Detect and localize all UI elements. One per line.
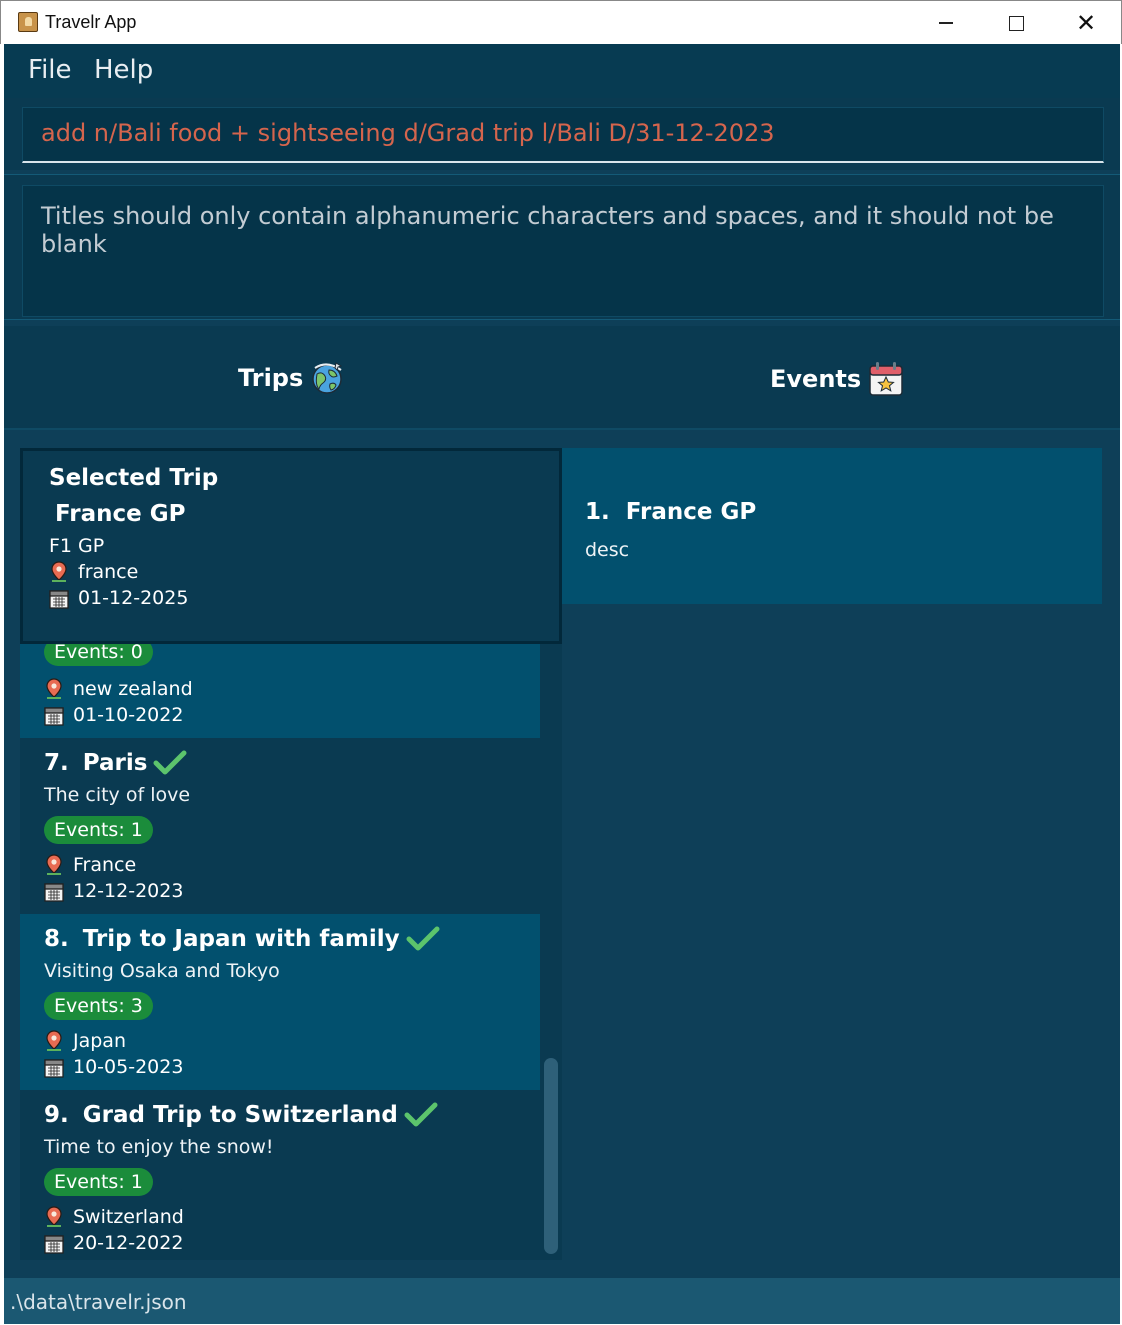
trip-list-scrollbar[interactable] [544,1058,558,1254]
location-pin-icon [46,678,62,699]
command-box [22,107,1104,163]
selected-trip-description: F1 GP [49,535,105,557]
app-book-icon [18,12,38,32]
trip-card[interactable]: 7. Paris The city of love Events: 1 Fran… [20,738,540,914]
minimize-icon [939,22,953,24]
calendar-icon [49,590,69,609]
result-message: Titles should only contain alphanumeric … [41,202,1054,258]
selected-trip-heading: Selected Trip [49,465,219,491]
close-icon: ✕ [1075,9,1097,37]
result-area: Titles should only contain alphanumeric … [4,174,1120,320]
result-display: Titles should only contain alphanumeric … [22,185,1104,317]
trip-card[interactable]: 8. Trip to Japan with family Visiting Os… [20,914,540,1090]
event-title-row: 1. France GP [585,499,756,525]
event-description: desc [585,539,630,561]
close-button[interactable]: ✕ [1051,1,1121,45]
location-pin-icon [46,854,62,875]
trip-date: 20-12-2022 [73,1232,184,1254]
trip-index: 9. [44,1102,69,1128]
trip-date: 01-10-2022 [73,704,184,726]
maximize-button[interactable] [981,1,1051,45]
calendar-icon [44,883,64,902]
trip-index: 8. [44,926,69,952]
events-count-badge: Events: 1 [44,816,153,844]
trip-date: 12-12-2023 [73,880,184,902]
menu-file[interactable]: File [28,55,72,85]
tab-trips[interactable]: Trips [238,360,345,396]
selected-trip-title: France GP [55,501,186,527]
trip-card[interactable]: 9. Grad Trip to Switzerland Time to enjo… [20,1090,540,1260]
location-pin-icon [46,1030,62,1051]
tab-bar: Trips Events [4,326,1120,430]
selected-trip-date: 01-12-2025 [78,587,189,609]
location-pin-icon [46,1206,62,1227]
trip-description: Visiting Osaka and Tokyo [44,960,280,982]
trip-title: Paris [82,750,148,776]
window-title-bar: Travelr App ✕ [0,0,1122,44]
tab-trips-label: Trips [238,364,304,392]
selected-trip-location: france [78,561,139,583]
calendar-icon [44,1059,64,1078]
trip-location: France [73,854,137,876]
status-bar: .\data\travelr.json [4,1278,1120,1324]
check-icon [404,1102,438,1127]
trip-description: The city of love [44,784,191,806]
data-file-path: .\data\travelr.json [10,1290,187,1314]
menu-help[interactable]: Help [94,55,153,85]
trip-title: Trip to Japan with family [82,926,400,952]
event-card[interactable]: 1. France GP desc [562,448,1102,604]
event-index: 1. [585,499,610,525]
trip-location: Japan [73,1030,126,1052]
check-icon [406,926,440,951]
minimize-button[interactable] [911,1,981,45]
tab-events[interactable]: Events [770,360,905,398]
events-count-badge: Events: 1 [44,1168,153,1196]
selected-trip-panel: Selected Trip France GP F1 GP france 01-… [20,448,562,644]
window-title: Travelr App [45,12,137,32]
events-count-badge: Events: 3 [44,992,153,1020]
trip-location: Switzerland [73,1206,184,1228]
calendar-star-icon [869,362,903,396]
trip-index: 7. [44,750,69,776]
trip-description: Time to enjoy the snow! [44,1136,274,1158]
command-area [4,98,1120,170]
maximize-icon [1008,15,1024,31]
tab-events-label: Events [770,365,862,393]
check-icon [153,750,187,775]
trip-date: 10-05-2023 [73,1056,184,1078]
calendar-icon [44,707,64,726]
menu-bar: File Help [4,44,1120,98]
command-input[interactable] [41,119,1081,147]
calendar-icon [44,1235,64,1254]
app-window: File Help Titles should only contain alp… [4,44,1120,1324]
event-title: France GP [625,499,757,525]
location-pin-icon [51,561,67,582]
trip-location: new zealand [73,678,193,700]
globe-airplane-icon [312,362,343,394]
trip-title: Grad Trip to Switzerland [82,1102,398,1128]
